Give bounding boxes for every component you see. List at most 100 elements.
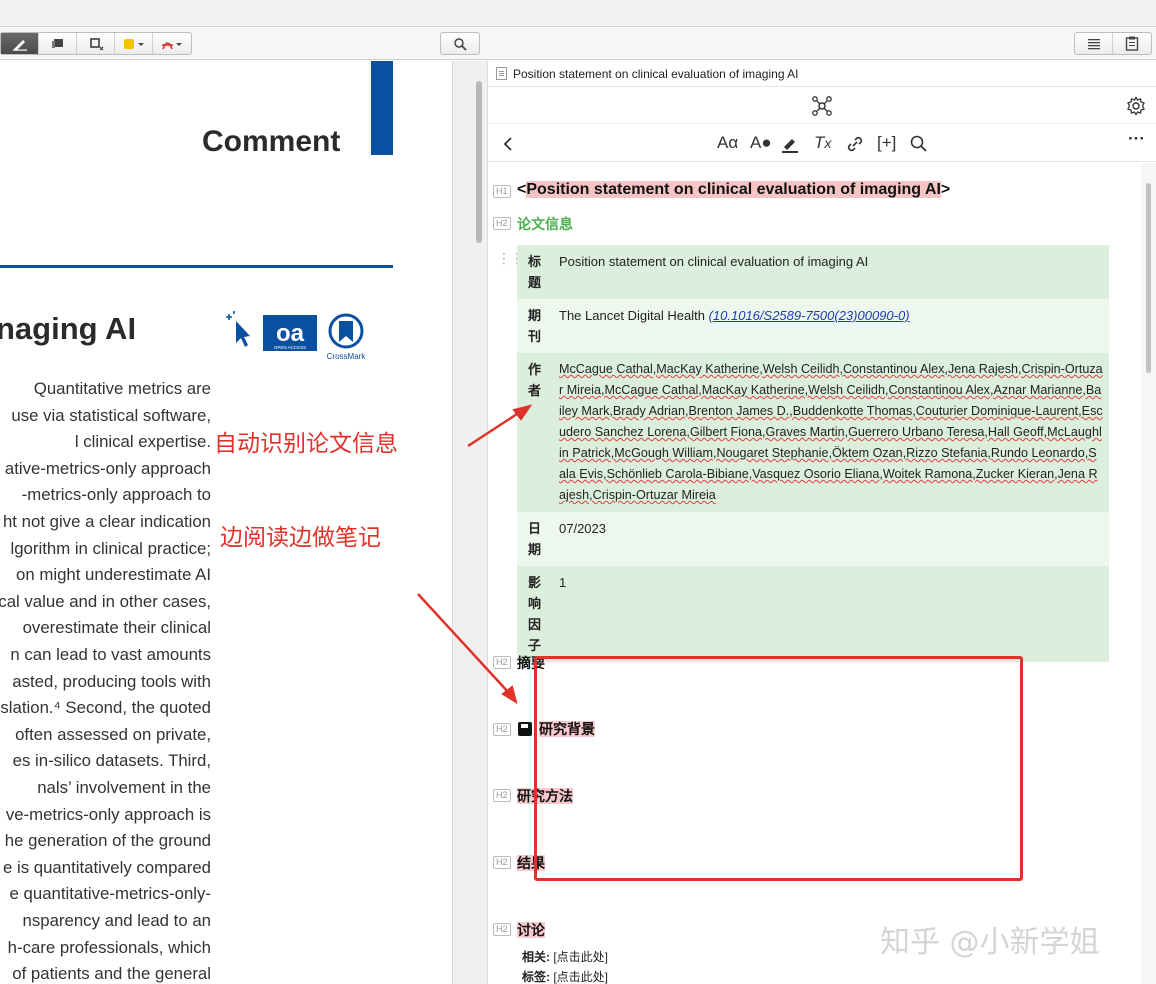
clear-format-icon[interactable]: Tx [814, 133, 831, 153]
font-color-icon[interactable]: A● [750, 133, 772, 153]
section-discussion[interactable]: 讨论 [517, 920, 545, 940]
paper-info-table: 标题 Position statement on clinical evalua… [517, 245, 1109, 662]
list-view-icon[interactable] [1075, 33, 1113, 54]
discussion-label: 讨论 [517, 922, 545, 938]
note-title-heading[interactable]: <Position statement on clinical evaluati… [517, 181, 950, 199]
highlight-color-icon[interactable] [115, 33, 153, 54]
article-text-line: nsparency and lead to an [22, 911, 211, 930]
article-text-line: on might underestimate AI [16, 565, 211, 585]
font-size-icon[interactable]: Aα [717, 133, 738, 153]
article-text-line: ical value and in other cases, [0, 591, 211, 611]
article-text-line: nals’ involvement in the [37, 778, 211, 797]
svg-text:OPEN ACCESS: OPEN ACCESS [274, 345, 306, 350]
related-value[interactable]: [点击此处] [553, 950, 608, 964]
pdf-export-icon[interactable] [153, 33, 191, 54]
settings-gear-icon[interactable] [1126, 96, 1146, 116]
doi-link[interactable]: (10.1016/S2589-7500(23)00090-0) [709, 308, 910, 323]
highlighter-icon[interactable] [780, 134, 800, 154]
open-access-crossmark-icon: oa OPEN ACCESS CrossMark [226, 311, 367, 361]
notes-scrollbar[interactable] [1141, 163, 1156, 984]
table-row[interactable]: 作者 McCague Cathal,MacKay Katherine,Welsh… [517, 353, 1109, 512]
pdf-scroll-thumb[interactable] [476, 81, 482, 243]
stamp-icon[interactable] [39, 33, 77, 54]
tags-value[interactable]: [点击此处] [553, 970, 608, 984]
journal-name: The Lancet Digital Health [559, 308, 709, 323]
related-label: 相关: [522, 950, 550, 964]
title-highlight: Position statement on clinical evaluatio… [526, 181, 941, 198]
h2-badge: H2 [493, 723, 511, 736]
article-text-line: he generation of the ground [4, 831, 211, 851]
h2-badge: H2 [493, 789, 511, 802]
field-value-title[interactable]: Position statement on clinical evaluatio… [553, 245, 1109, 299]
pdf-toolbar [0, 28, 1156, 60]
tags-label: 标签: [522, 970, 550, 984]
view-tool-group [1074, 32, 1152, 55]
h2-badge: H2 [493, 923, 511, 936]
search-notes-icon[interactable] [909, 134, 929, 154]
document-icon [496, 67, 507, 80]
article-text-line: ve-metrics-only approach is [5, 804, 211, 824]
back-chevron-icon[interactable] [502, 136, 514, 152]
notes-scroll-thumb[interactable] [1146, 183, 1151, 373]
related-field[interactable]: 相关: [点击此处] [522, 948, 608, 965]
format-toolbar: Aα A● Tx [+] ··· [488, 125, 1156, 162]
article-text-line: Quantitative metrics are [33, 379, 211, 398]
h2-badge: H2 [493, 217, 511, 230]
h2-badge: H2 [493, 856, 511, 869]
article-text-line: use via statistical software, [11, 405, 211, 425]
section-paper-info[interactable]: 论文信息 [517, 214, 573, 234]
section-label: Comment [202, 125, 341, 158]
annotation-label-auto-detect: 自动识别论文信息 [214, 431, 398, 457]
insert-block-icon[interactable]: [+] [877, 133, 896, 153]
title-bracket-open: < [517, 181, 527, 198]
authors-list: McCague Cathal,MacKay Katherine,Welsh Ce… [559, 362, 1103, 502]
table-row[interactable]: 日期 07/2023 [517, 512, 1109, 566]
article-text-line: ative-metrics-only approach [4, 458, 211, 478]
watermark: 知乎 @小新学姐 [880, 925, 1100, 960]
table-row[interactable]: 标题 Position statement on clinical evalua… [517, 245, 1109, 299]
field-key-impact: 影响因子 [517, 566, 553, 662]
annotation-label-take-notes: 边阅读边做笔记 [220, 525, 381, 551]
annotation-tool-group [0, 32, 192, 55]
field-key-date: 日期 [517, 512, 553, 566]
article-text-line: n can lead to vast amounts [10, 645, 211, 664]
notebook-icon [518, 722, 532, 736]
pen-icon[interactable] [1, 33, 39, 54]
article-text-line: e is quantitatively compared [2, 857, 211, 877]
note-file-tab[interactable]: Position statement on clinical evaluatio… [488, 61, 1156, 87]
h2-badge: H2 [493, 656, 511, 669]
table-row[interactable]: 影响因子 1 [517, 566, 1109, 662]
tags-field[interactable]: 标签: [点击此处] [522, 968, 608, 984]
svg-text:oa: oa [276, 320, 305, 347]
more-options-icon[interactable]: ··· [1128, 129, 1145, 149]
field-value-date[interactable]: 07/2023 [553, 512, 1109, 566]
article-text-line: e quantitative-metrics-only- [9, 884, 211, 904]
annotation-highlight-box [534, 656, 1023, 881]
search-icon[interactable] [441, 33, 479, 54]
field-key-authors: 作者 [517, 353, 553, 512]
section-divider [0, 265, 393, 268]
svg-text:CrossMark: CrossMark [327, 352, 367, 361]
article-text-line: asted, producing tools with [12, 671, 211, 691]
article-text-line: overestimate their clinical [22, 618, 211, 638]
pdf-scrollbar[interactable] [452, 61, 487, 984]
note-file-title: Position statement on clinical evaluatio… [513, 66, 799, 81]
field-value-impact[interactable]: 1 [553, 566, 1109, 662]
article-text-line: of patients and the general [12, 964, 211, 984]
graph-row [488, 88, 1156, 124]
crop-icon[interactable] [77, 33, 115, 54]
clipboard-icon[interactable] [1113, 33, 1151, 54]
field-value-authors[interactable]: McCague Cathal,MacKay Katherine,Welsh Ce… [553, 353, 1109, 512]
field-key-journal: 期刊 [517, 299, 553, 353]
article-text-line: es in-silico datasets. Third, [12, 751, 211, 771]
link-icon[interactable] [845, 134, 865, 154]
article-text-line: l clinical expertise. [74, 432, 211, 452]
field-value-journal[interactable]: The Lancet Digital Health (10.1016/S2589… [553, 299, 1109, 353]
article-text-line: lgorithm in clinical practice; [10, 538, 211, 558]
search-tool-group [440, 32, 480, 55]
journal-accent-bar [371, 61, 393, 155]
window-top-bar [0, 0, 1156, 27]
knowledge-graph-icon[interactable] [811, 95, 833, 117]
table-row[interactable]: 期刊 The Lancet Digital Health (10.1016/S2… [517, 299, 1109, 353]
h1-badge: H1 [493, 185, 511, 198]
